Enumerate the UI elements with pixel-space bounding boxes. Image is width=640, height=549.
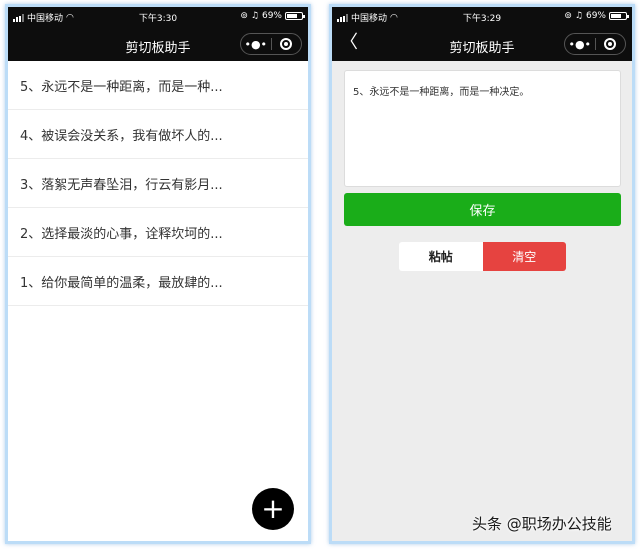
battery-icon [609,12,629,20]
headphones-icon: ♫ [574,11,583,21]
battery-icon [285,12,305,20]
miniprogram-capsule: •●• [564,33,626,55]
clipboard-textarea[interactable]: 5、永远不是一种距离，而是一种决定。 [344,70,621,187]
more-dots-icon: •●• [568,37,592,51]
list-item[interactable]: 2、选择最淡的心事，诠释坎坷的... [8,208,308,257]
headphones-icon: ♫ [250,11,259,21]
nav-bar: 〈 剪切板助手 •●• [332,27,632,61]
close-miniprogram-button[interactable] [272,34,302,54]
more-button[interactable]: •●• [241,34,271,54]
target-icon [280,38,293,50]
phone-screen-editor: 中国移动 ◠ 下午3:29 ⊚ ♫ 69% 〈 剪切板助手 •●• 5、永远不是… [329,4,635,544]
nav-bar: 剪切板助手 •●• [8,27,308,61]
action-button-group: 粘帖 清空 [399,242,566,271]
plus-icon: + [261,492,285,525]
save-button[interactable]: 保存 [344,193,621,226]
status-bar: 中国移动 ◠ 下午3:29 ⊚ ♫ 69% [332,7,632,27]
paste-button[interactable]: 粘帖 [399,242,483,271]
more-dots-icon: •●• [244,37,268,51]
list-item[interactable]: 3、落絮无声春坠泪，行云有影月... [8,159,308,208]
target-icon [604,38,617,50]
lock-rotation-icon: ⊚ [240,11,248,21]
add-note-button[interactable]: + [252,488,294,530]
close-miniprogram-button[interactable] [596,34,626,54]
battery-percent: 69% [585,11,606,21]
battery-percent: 69% [261,11,282,21]
more-button[interactable]: •●• [565,34,595,54]
clipboard-list: 5、永远不是一种距离，而是一种... 4、被误会没关系，我有做坏人的... 3、… [8,61,308,306]
lock-rotation-icon: ⊚ [564,11,572,21]
miniprogram-capsule: •●• [240,33,302,55]
list-item[interactable]: 4、被误会没关系，我有做坏人的... [8,110,308,159]
status-bar: 中国移动 ◠ 下午3:30 ⊚ ♫ 69% [8,7,308,27]
clear-button[interactable]: 清空 [482,242,566,271]
list-item[interactable]: 1、给你最简单的温柔，最放肆的... [8,257,308,306]
list-item[interactable]: 5、永远不是一种距离，而是一种... [8,61,308,110]
watermark: 头条 @职场办公技能 [472,515,612,533]
phone-screen-list: 中国移动 ◠ 下午3:30 ⊚ ♫ 69% 剪切板助手 •●• 5、永远不是一种… [5,4,311,544]
